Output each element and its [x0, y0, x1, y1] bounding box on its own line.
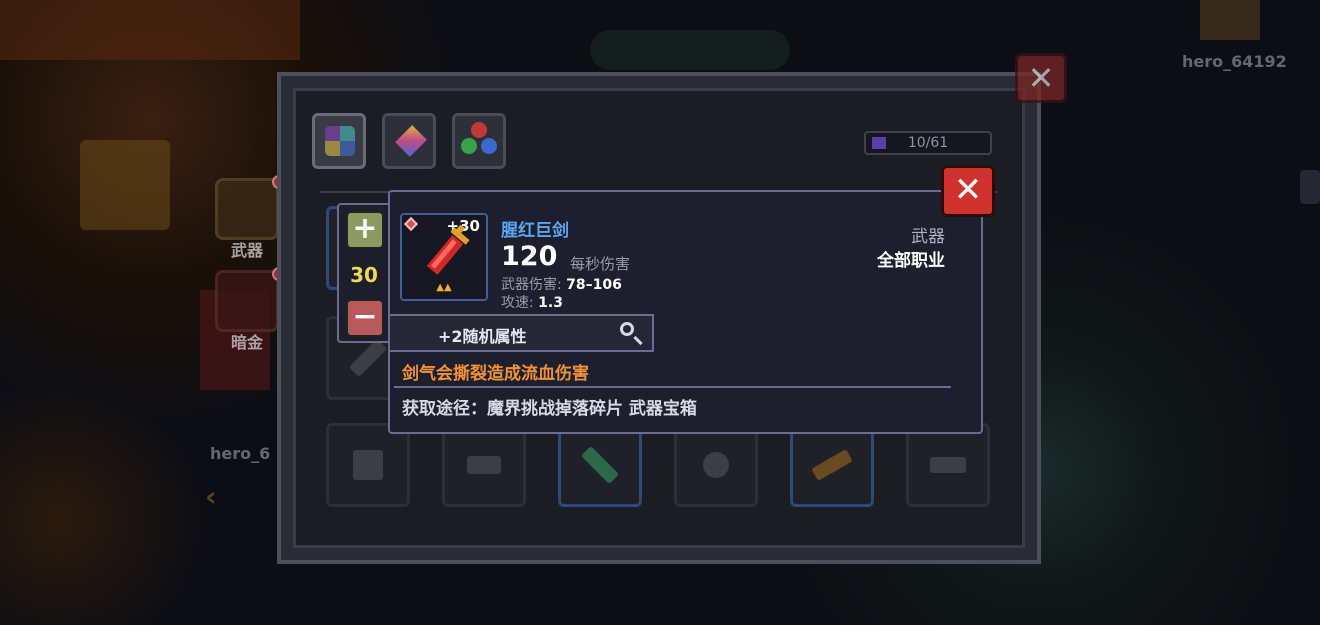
item-effect: 剑气会撕裂造成流血伤害 [402, 364, 589, 384]
item-icon-frame: +30 ▲▲ [400, 213, 488, 301]
inventory-slot[interactable] [674, 423, 758, 507]
crystal-icon [395, 125, 427, 157]
background-edge-button [1300, 170, 1320, 204]
side-tab-dark-gold[interactable]: 暗金 [215, 267, 286, 352]
inventory-close-button[interactable]: ✕ [1015, 53, 1067, 103]
random-attributes-label: +2随机属性 [438, 327, 527, 346]
tooltip-close-button[interactable]: ✕ [941, 165, 995, 217]
damage-label: 武器伤害: [501, 277, 567, 293]
side-tab-label: 暗金 [230, 333, 263, 352]
inventory-slot[interactable] [442, 423, 526, 507]
background-arch [590, 30, 790, 70]
item-tooltip-card: +30 ▲▲ 腥红巨剑 120 每秒伤害 武器伤害: 78–106 攻速: 1.… [388, 190, 983, 434]
item-class: 全部职业 [877, 251, 945, 271]
side-tab-weapon[interactable]: 武器 [215, 175, 286, 260]
tab-orbs[interactable] [452, 113, 506, 169]
random-attributes-button[interactable]: +2随机属性 [388, 314, 654, 352]
plus-icon: + [352, 211, 378, 246]
item-name: 腥红巨剑 [501, 221, 569, 241]
speed-stat: 攻速: 1.3 [501, 292, 563, 312]
orb-blue [481, 138, 497, 154]
quantity-value: 30 [350, 263, 378, 287]
damage-stat: 武器伤害: 78–106 [501, 274, 622, 294]
orbs-icon [471, 122, 487, 138]
orb-green [461, 138, 477, 154]
increase-button[interactable]: + [346, 211, 384, 249]
star-rating: ▲▲ [436, 282, 452, 293]
item-type: 武器 [911, 227, 945, 247]
close-icon: ✕ [953, 170, 983, 210]
side-tab-label: 武器 [230, 241, 263, 260]
speed-value: 1.3 [538, 295, 563, 311]
quantity-stepper: + 30 − [337, 203, 391, 343]
grid-icon [325, 126, 355, 156]
background-roof [0, 0, 300, 60]
magnifier-icon [620, 322, 634, 336]
background-banner [80, 140, 170, 230]
card-divider [394, 386, 951, 388]
minus-icon: − [352, 299, 378, 334]
decrease-button[interactable]: − [346, 299, 384, 337]
tab-all-items[interactable] [312, 113, 366, 169]
item-source: 获取途径：魔界挑战掉落碎片 武器宝箱 [402, 399, 697, 419]
player-name-tag: hero_6 [210, 444, 271, 463]
player-name-tag: hero_64192 [1182, 52, 1287, 71]
inventory-slot[interactable] [906, 423, 990, 507]
background-npc [1200, 0, 1260, 40]
inventory-capacity: 10/61 [864, 131, 992, 155]
inventory-slot[interactable] [558, 423, 642, 507]
inventory-slot[interactable] [790, 423, 874, 507]
dps-label: 每秒伤害 [570, 255, 631, 273]
tab-crystals[interactable] [382, 113, 436, 169]
close-icon: ✕ [1027, 59, 1055, 97]
speed-label: 攻速: [501, 295, 539, 311]
damage-value: 78–106 [566, 277, 622, 293]
left-arrow-icon[interactable]: ‹ [205, 480, 217, 513]
inventory-slot[interactable] [326, 423, 410, 507]
capacity-text: 10/61 [907, 135, 949, 151]
dps-value: 120 [501, 241, 558, 272]
